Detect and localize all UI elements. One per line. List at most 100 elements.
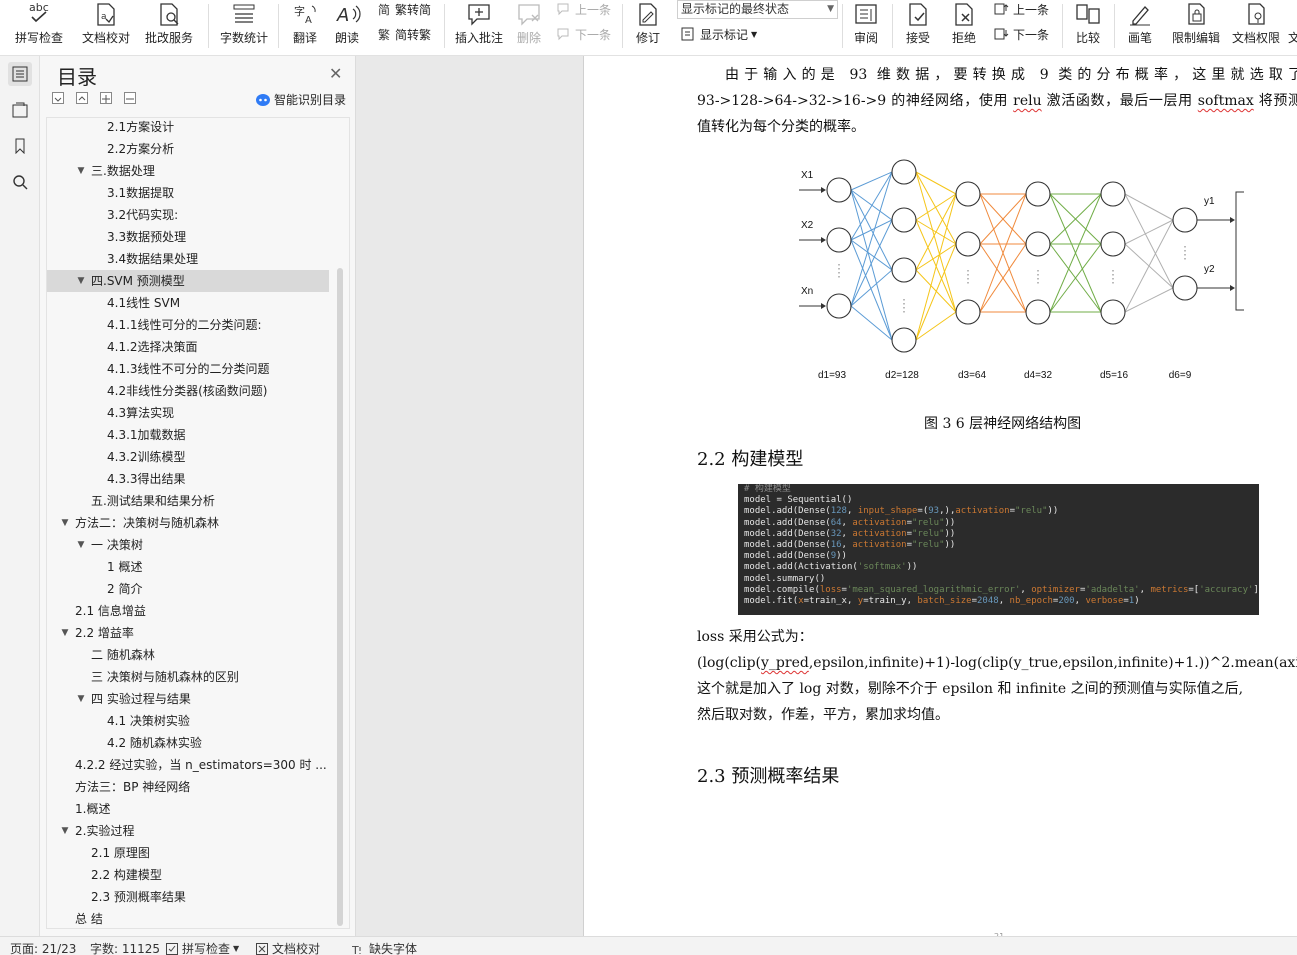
toc-item[interactable]: ▼ 一 决策树 <box>47 534 329 556</box>
toc-item[interactable]: 2.1 信息增益 <box>47 600 329 622</box>
toc-item[interactable]: 2.2 构建模型 <box>47 864 329 886</box>
chevron-down-icon[interactable]: ▼ <box>59 622 71 644</box>
accept-button[interactable]: 接受 <box>898 0 938 48</box>
toc-item[interactable]: 3.2代码实现: <box>47 204 329 226</box>
remove-heading-icon[interactable] <box>124 92 136 104</box>
toc-item[interactable]: 2.3 预测概率结果 <box>47 886 329 908</box>
toc-item[interactable]: 3.1数据提取 <box>47 182 329 204</box>
status-doc-proof[interactable]: 文档校对 <box>256 940 320 955</box>
document-page[interactable]: 由于输入的是 93 维数据，要转换成 9 类的分布概率，这里就选取了 93->1… <box>583 56 1297 936</box>
toc-item[interactable]: 4.3算法实现 <box>47 402 329 424</box>
connection-line <box>1124 287 1174 313</box>
close-icon[interactable]: ✕ <box>329 64 342 83</box>
toc-item[interactable]: 2.1方案设计 <box>47 118 329 138</box>
toc-item[interactable]: 4.1 决策树实验 <box>47 710 329 732</box>
smart-toc-button[interactable]: 智能识别目录 <box>255 91 346 108</box>
toc-item[interactable]: 总 结 <box>47 908 329 928</box>
chevron-down-icon[interactable]: ▼ <box>75 270 87 292</box>
review-button[interactable]: 审阅 <box>846 0 886 48</box>
delete-comment-button[interactable]: 删除 <box>510 0 548 48</box>
chapter-panel-button[interactable] <box>8 98 32 122</box>
toc-item-label: 2.3 预测概率结果 <box>91 890 186 904</box>
to-traditional-button[interactable]: 简 繁转简 <box>378 0 431 18</box>
read-aloud-button[interactable]: A 朗读 <box>330 0 364 48</box>
show-markup-button[interactable]: 显示标记 ▼ <box>681 25 757 43</box>
toc-item[interactable]: 4.1.1线性可分的二分类问题: <box>47 314 329 336</box>
spell-check-button[interactable]: abc 拼写检查 <box>8 0 70 48</box>
toc-item-label: 1.概述 <box>75 802 111 816</box>
doc-proof-button[interactable]: a 文档校对 <box>80 0 132 48</box>
connection-line <box>850 189 893 221</box>
add-heading-icon[interactable] <box>100 92 112 104</box>
toc-item[interactable]: 4.2非线性分类器(核函数问题) <box>47 380 329 402</box>
to-simplified-button[interactable]: 繁 简转繁 <box>378 25 431 43</box>
insert-comment-button[interactable]: 插入批注 <box>452 0 506 48</box>
toc-item[interactable]: ▼ 四 实验过程与结果 <box>47 688 329 710</box>
toc-item[interactable]: 4.1线性 SVM <box>47 292 329 314</box>
chevron-down-icon[interactable]: ▼ <box>75 688 87 710</box>
connection-line <box>850 305 893 341</box>
status-spell-check[interactable]: 拼写检查 ▼ <box>166 940 239 955</box>
output-label: y1 <box>1204 196 1215 207</box>
chevron-down-icon[interactable]: ▼ <box>59 820 71 842</box>
translate-button[interactable]: 字A 翻译 <box>284 0 326 48</box>
pen-button[interactable]: 画笔 <box>1120 0 1160 48</box>
toc-item[interactable]: 2 简介 <box>47 578 329 600</box>
word-count-indicator[interactable]: 字数: 11125 <box>90 940 160 955</box>
status-missing-font[interactable]: T 缺失字体 <box>352 940 417 955</box>
chevron-down-icon[interactable]: ▼ <box>75 534 87 556</box>
revise-button[interactable]: 修订 <box>628 0 668 48</box>
toc-item[interactable]: 方法三：BP 神经网络 <box>47 776 329 798</box>
toc-item[interactable]: 3.4数据结果处理 <box>47 248 329 270</box>
code-screenshot: # 构建模型 model = Sequential() model.add(Dens… <box>738 484 1259 615</box>
toc-item[interactable]: 1.概述 <box>47 798 329 820</box>
prev-change-button[interactable]: 上一条 <box>994 0 1049 18</box>
toc-item[interactable]: ▼ 2.实验过程 <box>47 820 329 842</box>
toc-item[interactable]: ▼ 三.数据处理 <box>47 160 329 182</box>
toc-item[interactable]: 4.1.3线性不可分的二分类问题 <box>47 358 329 380</box>
compare-button[interactable]: 比较 <box>1068 0 1108 48</box>
collapse-all-icon[interactable] <box>76 92 88 104</box>
toc-item[interactable]: 4.2.2 经过实验，当 n_estimators=300 时 ... <box>47 754 329 776</box>
toc-item[interactable]: 二 随机森林 <box>47 644 329 666</box>
bookmark-panel-button[interactable] <box>8 134 32 158</box>
doc-overflow-button[interactable]: 文 <box>1288 0 1297 48</box>
toc-item[interactable]: 三 决策树与随机森林的区别 <box>47 666 329 688</box>
code-line: model.add(Dense(9)) <box>744 551 847 562</box>
toc-panel-button[interactable] <box>8 62 32 86</box>
prev-comment-button[interactable]: 上一条 <box>556 0 611 18</box>
review-service-button[interactable]: 批改服务 <box>138 0 200 48</box>
review-pane-icon <box>855 4 877 24</box>
next-change-button[interactable]: 下一条 <box>994 25 1049 43</box>
toc-item[interactable]: 2.2方案分析 <box>47 138 329 160</box>
code-line: model.add(Dense(64, activation="relu")) <box>744 517 956 528</box>
reject-button[interactable]: 拒绝 <box>944 0 984 48</box>
toc-item[interactable]: 1 概述 <box>47 556 329 578</box>
next-comment-button[interactable]: 下一条 <box>556 25 611 43</box>
toc-item[interactable]: 4.2 随机森林实验 <box>47 732 329 754</box>
page-indicator[interactable]: 页面: 21/23 <box>10 940 76 955</box>
chevron-down-icon[interactable]: ▼ <box>75 160 87 182</box>
search-panel-button[interactable] <box>8 170 32 194</box>
toc-item[interactable]: 4.1.2选择决策面 <box>47 336 329 358</box>
toc-item-label: 4.3算法实现 <box>107 406 175 420</box>
toc-item[interactable]: 五.测试结果和结果分析 <box>47 490 329 512</box>
input-label: X2 <box>801 220 814 231</box>
toc-item[interactable]: ▼ 方法二：决策树与随机森林 <box>47 512 329 534</box>
chevron-down-icon[interactable]: ▼ <box>59 512 71 534</box>
toc-item[interactable]: 4.3.2训练模型 <box>47 446 329 468</box>
toc-scrollbar[interactable] <box>337 268 343 926</box>
toc-item[interactable]: ▼ 四.SVM 预测模型 <box>47 270 329 292</box>
toc-panel: 目录 ✕ 智能识别目录 2.1方案设计 2.2方案分析 ▼ 三.数据处理 3.1数据提取… <box>40 56 356 936</box>
toc-item[interactable]: 4.3.3得出结果 <box>47 468 329 490</box>
expand-all-icon[interactable] <box>52 92 64 104</box>
markup-state-select[interactable]: 显示标记的最终状态 ▼ <box>677 0 838 19</box>
toc-item[interactable]: 3.3数据预处理 <box>47 226 329 248</box>
word-count-button[interactable]: 字数统计 <box>216 0 272 48</box>
toc-item[interactable]: ▼ 2.2 增益率 <box>47 622 329 644</box>
doc-permission-button[interactable]: 文档权限 <box>1228 0 1284 48</box>
toc-item[interactable]: 4.3.1加载数据 <box>47 424 329 446</box>
restrict-edit-button[interactable]: 限制编辑 <box>1168 0 1224 48</box>
toc-item[interactable]: 2.1 原理图 <box>47 842 329 864</box>
toc-item-label: 4.1.3线性不可分的二分类问题 <box>107 362 270 376</box>
